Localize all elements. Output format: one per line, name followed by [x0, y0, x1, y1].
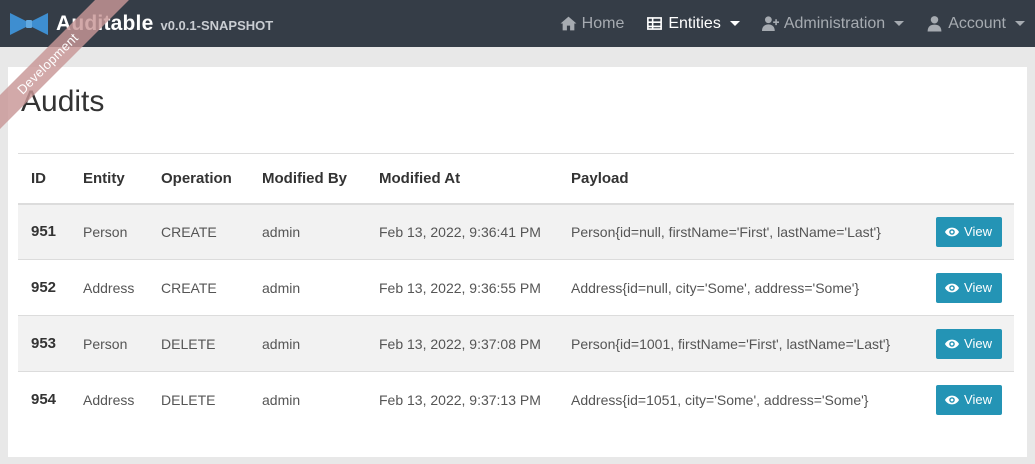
cell-actions: View — [917, 259, 1014, 316]
view-button-label: View — [964, 392, 992, 408]
column-header-entity: Entity — [70, 153, 148, 205]
cell-actions: View — [917, 203, 1014, 260]
column-header-actions — [917, 153, 1014, 205]
cell-payload: Address{id=null, city='Some', address='S… — [558, 259, 917, 316]
table-header-row: ID Entity Operation Modified By Modified… — [18, 153, 1014, 205]
cell-modified-at: Feb 13, 2022, 9:37:08 PM — [366, 315, 558, 372]
cell-modified-at: Feb 13, 2022, 9:36:55 PM — [366, 259, 558, 316]
nav-account[interactable]: Account — [926, 0, 1025, 47]
cell-modified-by: admin — [249, 203, 366, 260]
page-title: Audits — [21, 85, 105, 118]
cell-id: 952 — [18, 259, 70, 316]
chevron-down-icon — [729, 21, 740, 26]
cell-operation: CREATE — [148, 203, 249, 260]
cell-payload: Person{id=null, firstName='First', lastN… — [558, 203, 917, 260]
user-plus-icon — [761, 16, 779, 31]
table-row: 951 Person CREATE admin Feb 13, 2022, 9:… — [18, 203, 1014, 260]
table-icon — [647, 17, 663, 30]
cell-entity: Address — [70, 259, 148, 316]
cell-operation: DELETE — [148, 371, 249, 428]
brand-link[interactable]: Auditable v0.0.1-SNAPSHOT — [0, 0, 273, 47]
cell-modified-by: admin — [249, 371, 366, 428]
nav-account-label: Account — [948, 14, 1006, 32]
nav-administration-label: Administration — [783, 14, 886, 32]
cell-modified-at: Feb 13, 2022, 9:37:13 PM — [366, 371, 558, 428]
cell-id: 951 — [18, 203, 70, 260]
nav-menu: Home Entities Administration Account — [538, 0, 1035, 47]
navbar: Auditable v0.0.1-SNAPSHOT Home Entities … — [0, 0, 1035, 47]
view-button-label: View — [964, 280, 992, 295]
eye-icon — [945, 395, 960, 405]
nav-entities-label: Entities — [668, 14, 721, 32]
view-button[interactable]: View — [936, 328, 1002, 359]
chevron-down-icon — [1015, 21, 1025, 26]
cell-payload: Address{id=1051, city='Some', address='S… — [558, 371, 917, 428]
eye-icon — [945, 283, 960, 292]
app-title: Auditable — [56, 11, 154, 35]
content-card: Audits ID Entity Operation Modified By M… — [8, 67, 1027, 457]
home-icon — [560, 16, 577, 31]
column-header-id: ID — [18, 153, 70, 205]
cell-operation: DELETE — [148, 315, 249, 372]
column-header-modified-at: Modified At — [366, 153, 558, 205]
nav-entities[interactable]: Entities — [646, 0, 740, 47]
view-button[interactable]: View — [936, 272, 1002, 303]
cell-id: 953 — [18, 315, 70, 372]
cell-id: 954 — [18, 371, 70, 428]
eye-icon — [945, 339, 960, 348]
cell-entity: Person — [70, 203, 148, 260]
table-row: 953 Person DELETE admin Feb 13, 2022, 9:… — [18, 315, 1014, 372]
view-button-label: View — [964, 224, 992, 240]
cell-modified-by: admin — [249, 315, 366, 372]
audits-table: ID Entity Operation Modified By Modified… — [18, 153, 1014, 428]
table-row: 952 Address CREATE admin Feb 13, 2022, 9… — [18, 259, 1014, 316]
nav-administration[interactable]: Administration — [761, 0, 905, 47]
chevron-down-icon — [894, 21, 905, 26]
column-header-operation: Operation — [148, 153, 249, 205]
cell-payload: Person{id=1001, firstName='First', lastN… — [558, 315, 917, 372]
cell-entity: Person — [70, 315, 148, 372]
cell-operation: CREATE — [148, 259, 249, 316]
app-version: v0.0.1-SNAPSHOT — [160, 17, 274, 33]
cell-modified-at: Feb 13, 2022, 9:36:41 PM — [366, 203, 558, 260]
cell-entity: Address — [70, 371, 148, 428]
eye-icon — [945, 227, 960, 237]
column-header-modified-by: Modified By — [249, 153, 366, 205]
view-button-label: View — [964, 336, 992, 351]
view-button[interactable]: View — [936, 216, 1002, 247]
view-button[interactable]: View — [936, 384, 1002, 415]
bowtie-logo-icon — [10, 12, 48, 35]
cell-modified-by: admin — [249, 259, 366, 316]
column-header-payload: Payload — [558, 153, 917, 205]
nav-home[interactable]: Home — [560, 0, 625, 47]
cell-actions: View — [917, 315, 1014, 372]
table-row: 954 Address DELETE admin Feb 13, 2022, 9… — [18, 371, 1014, 428]
nav-home-label: Home — [581, 14, 625, 32]
user-icon — [927, 16, 942, 32]
cell-actions: View — [917, 371, 1014, 428]
